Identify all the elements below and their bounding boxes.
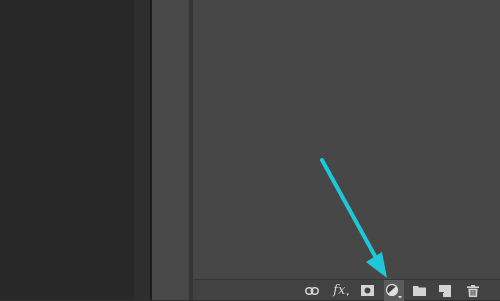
link-icon bbox=[305, 286, 319, 295]
adjustment-layer-icon bbox=[385, 283, 402, 298]
collapsed-panel-dock bbox=[152, 0, 189, 300]
adjustment-layer-button[interactable] bbox=[384, 280, 404, 301]
new-layer-button[interactable] bbox=[437, 280, 452, 301]
chevron-down-icon: ▾ bbox=[346, 291, 349, 298]
add-mask-button[interactable] bbox=[360, 280, 375, 301]
fx-label: fx bbox=[333, 283, 346, 298]
link-layers-button[interactable] bbox=[304, 280, 320, 301]
new-group-button[interactable] bbox=[412, 280, 427, 301]
delete-layer-button[interactable] bbox=[465, 280, 480, 301]
layer-mask-icon bbox=[361, 285, 374, 296]
trash-icon bbox=[466, 284, 479, 297]
document-canvas bbox=[0, 0, 134, 300]
canvas-border bbox=[134, 0, 150, 300]
new-layer-icon bbox=[438, 284, 451, 297]
layers-panel bbox=[193, 0, 500, 300]
folder-icon bbox=[413, 286, 426, 296]
layer-style-button[interactable]: fx ▾ bbox=[331, 280, 351, 301]
layers-panel-toolbar: fx ▾ bbox=[193, 279, 500, 301]
